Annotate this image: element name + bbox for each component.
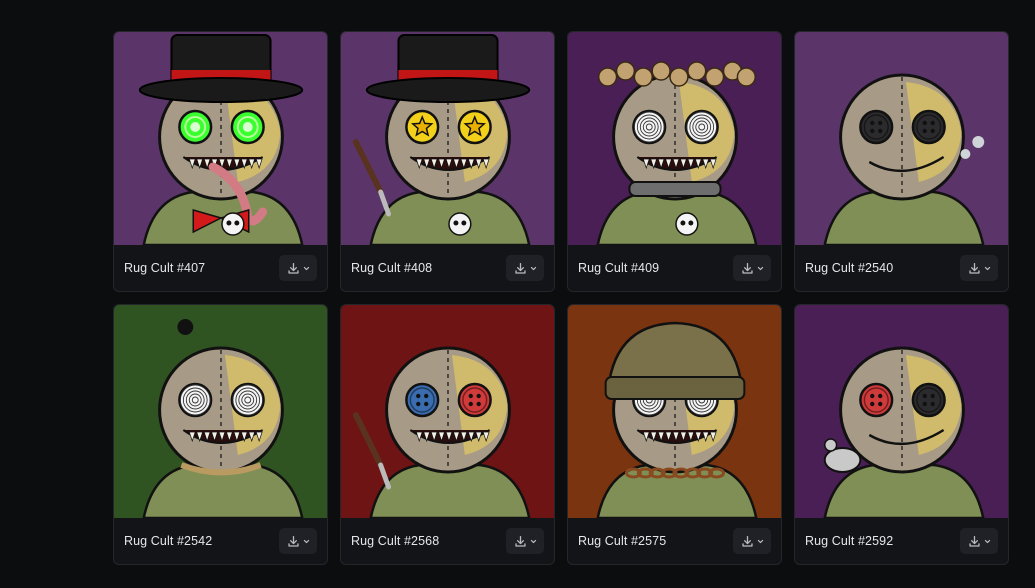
nft-image[interactable] — [568, 32, 781, 245]
download-dropdown-button[interactable] — [506, 528, 544, 554]
chevron-down-icon — [757, 538, 764, 545]
nft-image[interactable] — [568, 305, 781, 518]
download-dropdown-button[interactable] — [960, 255, 998, 281]
download-icon — [287, 262, 300, 275]
nft-card-1[interactable]: Rug Cult #408 — [340, 31, 555, 292]
nft-image[interactable] — [795, 305, 1008, 518]
nft-card-5[interactable]: Rug Cult #2568 — [340, 304, 555, 565]
download-dropdown-button[interactable] — [733, 255, 771, 281]
nft-name: Rug Cult #2568 — [351, 534, 440, 548]
nft-card-footer: Rug Cult #2568 — [341, 518, 554, 564]
nft-image[interactable] — [795, 32, 1008, 245]
nft-card-footer: Rug Cult #408 — [341, 245, 554, 291]
download-icon — [968, 535, 981, 548]
download-icon — [514, 262, 527, 275]
nft-name: Rug Cult #409 — [578, 261, 660, 275]
chevron-down-icon — [530, 538, 537, 545]
nft-card-0[interactable]: Rug Cult #407 — [113, 31, 328, 292]
chevron-down-icon — [303, 265, 310, 272]
nft-name: Rug Cult #2575 — [578, 534, 667, 548]
nft-image[interactable] — [114, 32, 327, 245]
nft-card-footer: Rug Cult #2575 — [568, 518, 781, 564]
nft-name: Rug Cult #2540 — [805, 261, 894, 275]
nft-card-4[interactable]: Rug Cult #2542 — [113, 304, 328, 565]
download-dropdown-button[interactable] — [506, 255, 544, 281]
download-dropdown-button[interactable] — [279, 528, 317, 554]
nft-card-2[interactable]: Rug Cult #409 — [567, 31, 782, 292]
nft-card-footer: Rug Cult #407 — [114, 245, 327, 291]
nft-gallery-grid: Rug Cult #407 Rug Cult #408 Rug Cult #40… — [113, 31, 1009, 565]
download-dropdown-button[interactable] — [279, 255, 317, 281]
nft-card-footer: Rug Cult #2592 — [795, 518, 1008, 564]
nft-card-6[interactable]: Rug Cult #2575 — [567, 304, 782, 565]
download-icon — [741, 262, 754, 275]
chevron-down-icon — [530, 265, 537, 272]
nft-name: Rug Cult #2542 — [124, 534, 213, 548]
chevron-down-icon — [984, 265, 991, 272]
nft-name: Rug Cult #2592 — [805, 534, 894, 548]
nft-image[interactable] — [114, 305, 327, 518]
chevron-down-icon — [303, 538, 310, 545]
download-icon — [968, 262, 981, 275]
nft-card-footer: Rug Cult #409 — [568, 245, 781, 291]
download-dropdown-button[interactable] — [733, 528, 771, 554]
download-icon — [287, 535, 300, 548]
chevron-down-icon — [757, 265, 764, 272]
nft-card-footer: Rug Cult #2542 — [114, 518, 327, 564]
download-icon — [741, 535, 754, 548]
download-dropdown-button[interactable] — [960, 528, 998, 554]
nft-image[interactable] — [341, 305, 554, 518]
nft-card-footer: Rug Cult #2540 — [795, 245, 1008, 291]
nft-card-7[interactable]: Rug Cult #2592 — [794, 304, 1009, 565]
nft-name: Rug Cult #408 — [351, 261, 433, 275]
download-icon — [514, 535, 527, 548]
nft-name: Rug Cult #407 — [124, 261, 206, 275]
nft-card-3[interactable]: Rug Cult #2540 — [794, 31, 1009, 292]
chevron-down-icon — [984, 538, 991, 545]
nft-image[interactable] — [341, 32, 554, 245]
